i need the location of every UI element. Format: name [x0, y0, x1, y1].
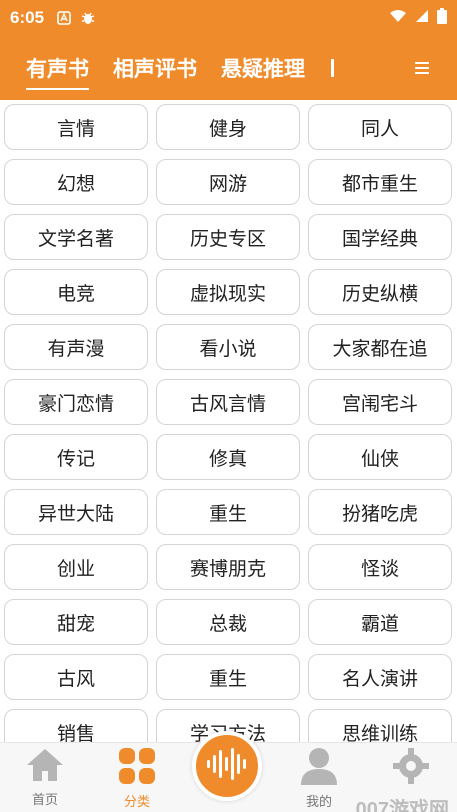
tab-mystery[interactable]: 悬疑推理 — [221, 48, 305, 88]
category-item[interactable]: 同人 — [308, 104, 452, 150]
category-item[interactable]: 总裁 — [156, 599, 300, 645]
category-item[interactable]: 修真 — [156, 434, 300, 480]
status-time: 6:05 — [10, 8, 45, 27]
category-item[interactable]: 健身 — [156, 104, 300, 150]
category-item[interactable]: 言情 — [4, 104, 148, 150]
category-item[interactable]: 异世大陆 — [4, 489, 148, 535]
category-item[interactable]: 虚拟现实 — [156, 269, 300, 315]
category-grid: 言情 健身 同人幻想 网游 都市重生文学名著 历史专区 国学经典电竞 虚拟现实 历史纵横有声漫看… — [0, 100, 457, 742]
category-item[interactable]: 扮猪吃虎 — [308, 489, 452, 535]
watermark: 007游戏网 — [355, 799, 449, 812]
menu-icon[interactable] — [415, 60, 429, 74]
tab-audiobook[interactable]: 有声书 — [26, 48, 89, 90]
signal-icon — [415, 9, 429, 28]
nav-category[interactable]: 分类 — [102, 747, 172, 810]
category-item[interactable]: 有声漫 — [4, 324, 148, 370]
category-item[interactable]: 创业 — [4, 544, 148, 590]
sound-wave-icon — [205, 746, 249, 786]
category-item[interactable]: 幻想 — [4, 159, 148, 205]
category-item[interactable]: 仙侠 — [308, 434, 452, 480]
app-notification-icon — [56, 10, 72, 26]
player-button[interactable] — [192, 731, 262, 801]
category-item[interactable]: 都市重生 — [308, 159, 452, 205]
category-item[interactable]: 销售 — [4, 709, 148, 742]
category-item[interactable]: 思维训练 — [308, 709, 452, 742]
category-tab-bar: 有声书 相声评书 悬疑推理 — [0, 36, 457, 100]
category-item[interactable]: 看小说 — [156, 324, 300, 370]
category-grid-icon — [118, 747, 156, 789]
bug-icon — [80, 10, 96, 26]
category-item[interactable]: 豪门恋情 — [4, 379, 148, 425]
battery-icon — [437, 7, 447, 29]
category-item[interactable]: 传记 — [4, 434, 148, 480]
category-item[interactable]: 怪谈 — [308, 544, 452, 590]
category-item[interactable]: 历史纵横 — [308, 269, 452, 315]
nav-mine[interactable]: 我的 — [284, 747, 354, 810]
category-item[interactable]: 名人演讲 — [308, 654, 452, 700]
tab-overflow-partial[interactable] — [329, 48, 339, 88]
category-item[interactable]: 文学名著 — [4, 214, 148, 260]
category-item[interactable]: 甜宠 — [4, 599, 148, 645]
bottom-nav: 首页 分类 我的 007游戏网 — [0, 731, 457, 812]
user-icon — [299, 747, 339, 789]
nav-category-label: 分类 — [123, 795, 150, 810]
category-item[interactable]: 大家都在追 — [308, 324, 452, 370]
nav-home-label: 首页 — [31, 793, 58, 808]
category-item[interactable]: 重生 — [156, 489, 300, 535]
category-item[interactable]: 古风言情 — [156, 379, 300, 425]
category-item[interactable]: 宫闱宅斗 — [308, 379, 452, 425]
category-item[interactable]: 重生 — [156, 654, 300, 700]
tab-crosstalk[interactable]: 相声评书 — [113, 48, 197, 88]
category-item[interactable]: 古风 — [4, 654, 148, 700]
category-item[interactable]: 历史专区 — [156, 214, 300, 260]
status-bar: 6:05 — [0, 0, 457, 36]
gear-icon — [392, 747, 430, 789]
category-item[interactable]: 电竞 — [4, 269, 148, 315]
category-item[interactable]: 国学经典 — [308, 214, 452, 260]
nav-home[interactable]: 首页 — [10, 747, 80, 808]
category-item[interactable]: 赛博朋克 — [156, 544, 300, 590]
nav-mine-label: 我的 — [305, 795, 332, 810]
category-item[interactable]: 网游 — [156, 159, 300, 205]
category-item[interactable]: 霸道 — [308, 599, 452, 645]
home-icon — [25, 747, 65, 787]
wifi-icon — [389, 9, 407, 28]
nav-settings[interactable] — [376, 747, 446, 789]
